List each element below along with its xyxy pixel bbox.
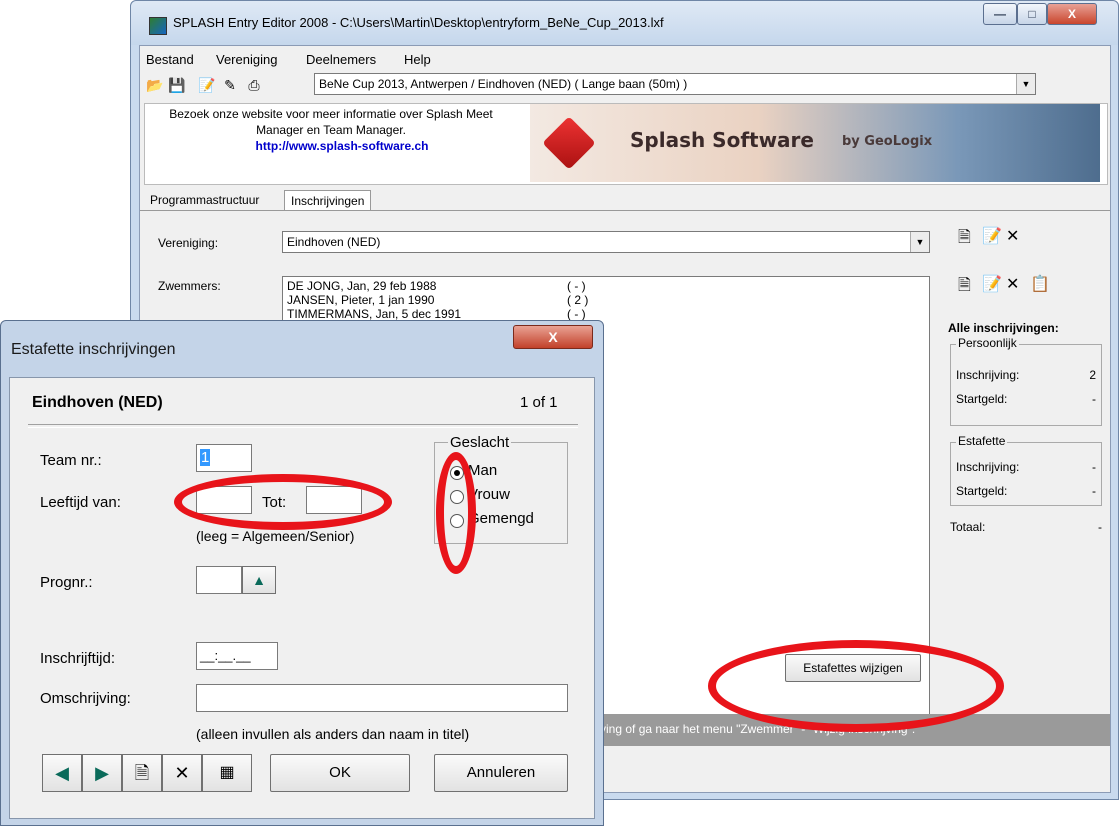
- estafette-startgeld-value: -: [1092, 484, 1096, 498]
- team-input[interactable]: 1: [196, 444, 252, 472]
- vereniging-label: Vereniging:: [158, 236, 219, 250]
- previous-arrow-icon[interactable]: ◀: [42, 754, 82, 792]
- dialog-separator: [28, 424, 578, 428]
- edit-swimmer-icon[interactable]: 📝: [982, 274, 1002, 294]
- team-members-icon[interactable]: ▦: [202, 754, 252, 792]
- chevron-down-icon[interactable]: ▼: [1016, 74, 1035, 94]
- annotation-ellipse-leeftijd: [174, 474, 392, 530]
- estafette-startgeld-label: Startgeld:: [956, 484, 1008, 498]
- ok-button[interactable]: OK: [270, 754, 410, 792]
- next-arrow-icon[interactable]: ▶: [82, 754, 122, 792]
- open-folder-icon[interactable]: 📂: [146, 77, 163, 93]
- annuleren-button[interactable]: Annuleren: [434, 754, 568, 792]
- arrow-up-icon[interactable]: ▲: [242, 566, 276, 594]
- print-icon[interactable]: ⎙: [246, 77, 262, 93]
- minimize-button[interactable]: —: [983, 3, 1017, 25]
- zwemmers-label: Zwemmers:: [158, 279, 221, 293]
- tab-bar: Programmastructuur Inschrijvingen: [140, 188, 1110, 212]
- estafette-title: Estafette: [956, 434, 1008, 448]
- omschrijving-input[interactable]: [196, 684, 568, 712]
- toolbar: 📂 💾 📝 ✎ ⎙ BeNe Cup 2013, Antwerpen / Ein…: [140, 70, 1110, 100]
- list-item[interactable]: JANSEN, Pieter, 1 jan 1990( 2 ): [287, 293, 607, 307]
- annotation-ellipse-estafettes: [708, 640, 1004, 732]
- window-title: SPLASH Entry Editor 2008 - C:\Users\Mart…: [173, 15, 664, 30]
- prognr-label: Prognr.:: [40, 574, 93, 591]
- inschrijftijd-input[interactable]: __:__.__: [196, 642, 278, 670]
- omschrijving-hint: (alleen invullen als anders dan naam in …: [196, 726, 470, 742]
- geslacht-title: Geslacht: [448, 434, 512, 451]
- tab-programmastructuur[interactable]: Programmastructuur: [144, 190, 265, 210]
- prognr-input[interactable]: [196, 566, 242, 594]
- dialog-club-name: Eindhoven (NED): [32, 394, 163, 411]
- copy-swimmer-icon[interactable]: 📋: [1030, 274, 1050, 294]
- estafette-inschrijving-label: Inschrijving:: [956, 460, 1020, 474]
- persoonlijk-inschrijving-value: 2: [1089, 368, 1096, 382]
- totaal-label: Totaal:: [950, 520, 986, 534]
- menu-vereniging[interactable]: Vereniging: [216, 52, 277, 67]
- banner-text: Bezoek onze website voor meer informatie…: [169, 107, 493, 137]
- chevron-down-icon[interactable]: ▼: [910, 232, 929, 252]
- estafette-inschrijving-value: -: [1092, 460, 1096, 474]
- persoonlijk-group: [950, 344, 1102, 426]
- logo-by-text: by GeoLogix: [842, 134, 933, 149]
- menu-bestand[interactable]: Bestand: [146, 52, 194, 67]
- logo-text: Splash Software: [630, 128, 814, 152]
- vereniging-value: Eindhoven (NED): [287, 235, 381, 249]
- leeftijd-label: Leeftijd van:: [40, 494, 121, 511]
- totaal-value: -: [1098, 520, 1102, 534]
- website-link[interactable]: http://www.splash-software.ch: [192, 139, 492, 153]
- inschrijftijd-label: Inschrijftijd:: [40, 650, 116, 667]
- dialog-close-button[interactable]: X: [513, 325, 593, 349]
- edit-club-icon[interactable]: 📝: [982, 226, 1002, 246]
- close-button[interactable]: X: [1047, 3, 1097, 25]
- annotation-ellipse-geslacht: [436, 452, 476, 574]
- meet-select-value: BeNe Cup 2013, Antwerpen / Eindhoven (NE…: [319, 77, 688, 91]
- radio-man-label[interactable]: Man: [468, 462, 497, 479]
- delete-icon[interactable]: ✕: [162, 754, 202, 792]
- delete-club-icon[interactable]: ✕: [1006, 226, 1019, 246]
- persoonlijk-startgeld-value: -: [1092, 392, 1096, 406]
- persoonlijk-title: Persoonlijk: [956, 336, 1019, 350]
- tab-inschrijvingen[interactable]: Inschrijvingen: [284, 190, 372, 211]
- leeftijd-hint: (leeg = Algemeen/Senior): [196, 528, 355, 544]
- list-item[interactable]: DE JONG, Jan, 29 feb 1988( - ): [287, 279, 607, 293]
- meet-select[interactable]: BeNe Cup 2013, Antwerpen / Eindhoven (NE…: [314, 73, 1036, 95]
- new-document-icon[interactable]: 🗎: [122, 754, 162, 792]
- new-club-icon[interactable]: 🗎: [958, 226, 971, 253]
- main-titlebar: SPLASH Entry Editor 2008 - C:\Users\Mart…: [131, 1, 1118, 45]
- save-icon[interactable]: 💾: [168, 77, 185, 93]
- maximize-button[interactable]: □: [1017, 3, 1047, 25]
- radio-gemengd-label[interactable]: Gemengd: [468, 510, 534, 527]
- list-item[interactable]: TIMMERMANS, Jan, 5 dec 1991( - ): [287, 307, 607, 321]
- splash-logo-banner[interactable]: [530, 104, 1100, 182]
- persoonlijk-startgeld-label: Startgeld:: [956, 392, 1008, 406]
- persoonlijk-inschrijving-label: Inschrijving:: [956, 368, 1020, 382]
- dialog-pager: 1 of 1: [520, 394, 558, 411]
- omschrijving-label: Omschrijving:: [40, 690, 131, 707]
- dialog-title: Estafette inschrijvingen: [11, 341, 176, 358]
- new-swimmer-icon[interactable]: 🗎: [958, 274, 971, 301]
- menu-deelnemers[interactable]: Deelnemers: [306, 52, 376, 67]
- menu-help[interactable]: Help: [404, 52, 431, 67]
- tools-icon[interactable]: ✎: [222, 77, 238, 93]
- delete-swimmer-icon[interactable]: ✕: [1006, 274, 1019, 294]
- team-label: Team nr.:: [40, 452, 102, 469]
- properties-icon[interactable]: 📝: [198, 77, 215, 93]
- vereniging-select[interactable]: Eindhoven (NED) ▼: [282, 231, 930, 253]
- summary-title: Alle inschrijvingen:: [948, 321, 1059, 335]
- app-icon: [149, 17, 167, 35]
